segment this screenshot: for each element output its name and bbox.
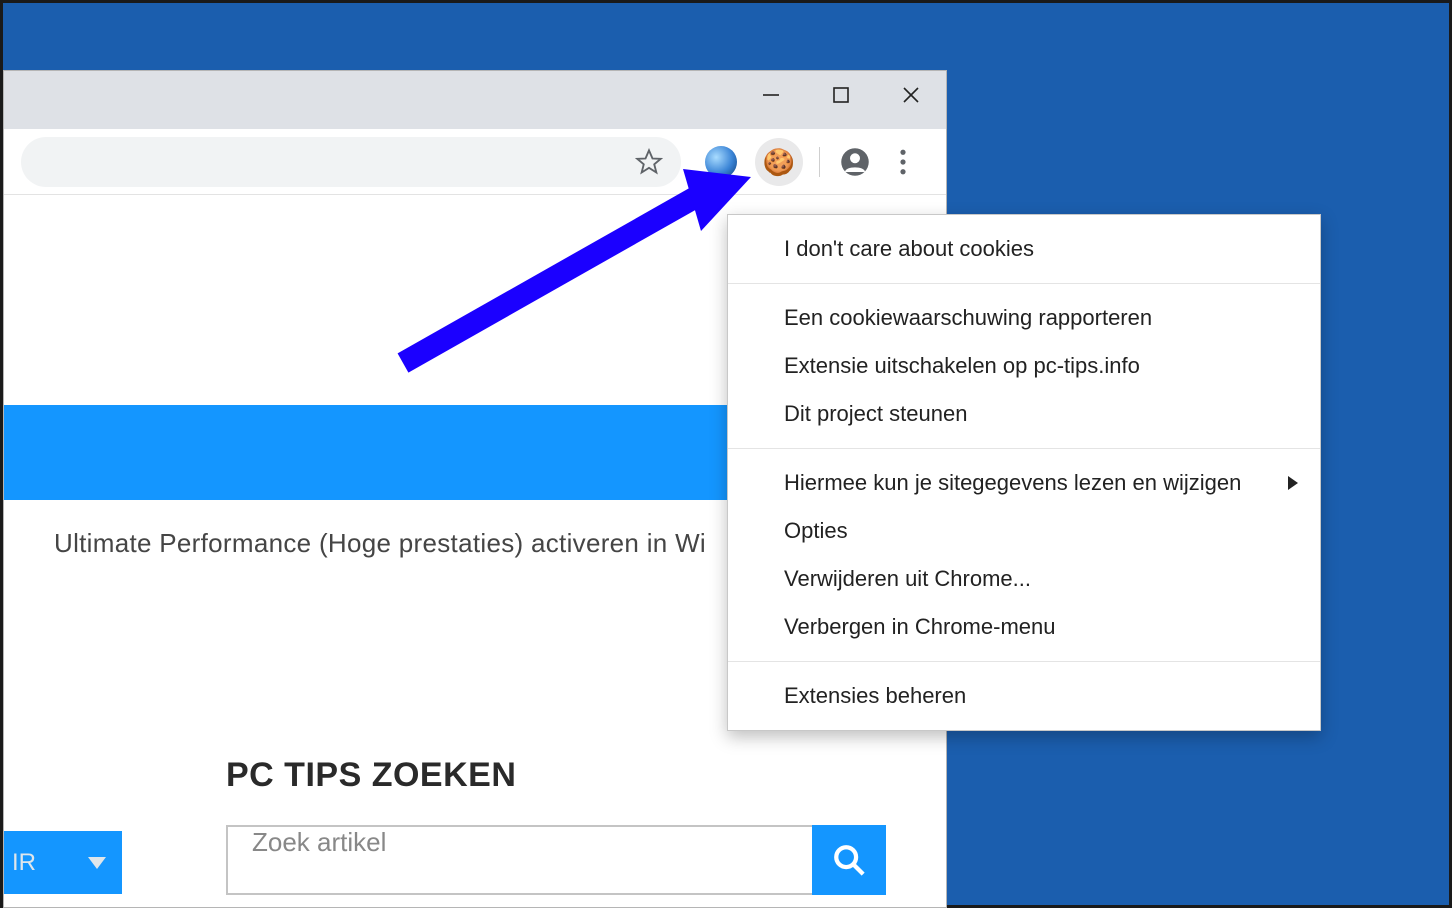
extension-context-menu: I don't care about cookies Een cookiewaa… bbox=[727, 214, 1321, 731]
submenu-arrow-icon bbox=[1288, 470, 1298, 496]
search-button[interactable] bbox=[812, 825, 886, 895]
chevron-down-icon bbox=[88, 849, 106, 877]
address-bar[interactable] bbox=[21, 137, 681, 187]
menu-item-label: Hiermee kun je sitegegevens lezen en wij… bbox=[784, 470, 1241, 496]
desktop-background: 🍪 Ultimate Performance (Hoge prestaties)… bbox=[3, 3, 1449, 905]
search-box: Zoek artikel bbox=[226, 825, 886, 895]
search-title: PC TIPS ZOEKEN bbox=[226, 756, 886, 795]
category-dropdown[interactable]: IR bbox=[4, 831, 122, 894]
menu-title: I don't care about cookies bbox=[728, 225, 1320, 273]
extension-cookie-icon[interactable]: 🍪 bbox=[755, 138, 803, 186]
search-input[interactable]: Zoek artikel bbox=[226, 825, 812, 895]
menu-remove[interactable]: Verwijderen uit Chrome... bbox=[728, 555, 1320, 603]
menu-support-project[interactable]: Dit project steunen bbox=[728, 390, 1320, 438]
menu-report-cookie[interactable]: Een cookiewaarschuwing rapporteren bbox=[728, 294, 1320, 342]
profile-button[interactable] bbox=[836, 143, 874, 181]
search-section: PC TIPS ZOEKEN Zoek artikel bbox=[226, 756, 886, 895]
minimize-button[interactable] bbox=[736, 71, 806, 119]
close-button[interactable] bbox=[876, 71, 946, 119]
dropdown-label: IR bbox=[12, 849, 36, 877]
window-titlebar bbox=[4, 71, 946, 129]
globe-icon bbox=[705, 146, 737, 178]
menu-disable-extension[interactable]: Extensie uitschakelen op pc-tips.info bbox=[728, 342, 1320, 390]
bookmark-star-icon[interactable] bbox=[635, 148, 663, 176]
menu-hide[interactable]: Verbergen in Chrome-menu bbox=[728, 603, 1320, 651]
extension-globe-icon[interactable] bbox=[697, 138, 745, 186]
cookie-icon: 🍪 bbox=[763, 149, 795, 175]
toolbar: 🍪 bbox=[4, 129, 946, 195]
menu-site-data[interactable]: Hiermee kun je sitegegevens lezen en wij… bbox=[728, 459, 1320, 507]
menu-manage-extensions[interactable]: Extensies beheren bbox=[728, 672, 1320, 720]
chrome-menu-button[interactable] bbox=[884, 143, 922, 181]
maximize-button[interactable] bbox=[806, 71, 876, 119]
toolbar-divider bbox=[819, 147, 820, 177]
menu-options[interactable]: Opties bbox=[728, 507, 1320, 555]
